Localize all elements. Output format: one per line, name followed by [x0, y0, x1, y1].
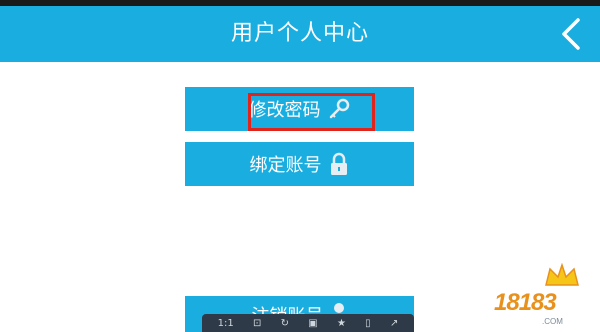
phone-icon[interactable]: ▯: [365, 318, 371, 329]
share-icon[interactable]: ↗: [390, 318, 398, 329]
watermark-sub: .COM: [542, 317, 563, 326]
lock-icon: [330, 152, 347, 175]
image-viewer-toolbar: 1:1 ⊡ ↻ ▣ ★ ▯ ↗: [202, 314, 414, 332]
app-header: 用户个人中心: [0, 6, 600, 62]
watermark-logo: 18183 .COM: [488, 263, 594, 327]
star-icon[interactable]: ★: [337, 318, 346, 329]
watermark-text: 18183: [494, 289, 557, 316]
crop-icon[interactable]: ⊡: [253, 318, 261, 329]
save-icon[interactable]: ▣: [308, 318, 317, 329]
bind-account-label: 绑定账号: [249, 155, 322, 176]
highlight-annotation: [248, 93, 375, 131]
back-button[interactable]: [552, 14, 592, 54]
page-title: 用户个人中心: [230, 21, 369, 46]
bind-account-button[interactable]: 绑定账号: [185, 142, 414, 186]
chevron-left-icon: [562, 18, 580, 50]
ratio-label[interactable]: 1:1: [218, 318, 234, 329]
crown-icon: [545, 263, 579, 286]
rotate-icon[interactable]: ↻: [281, 318, 289, 329]
